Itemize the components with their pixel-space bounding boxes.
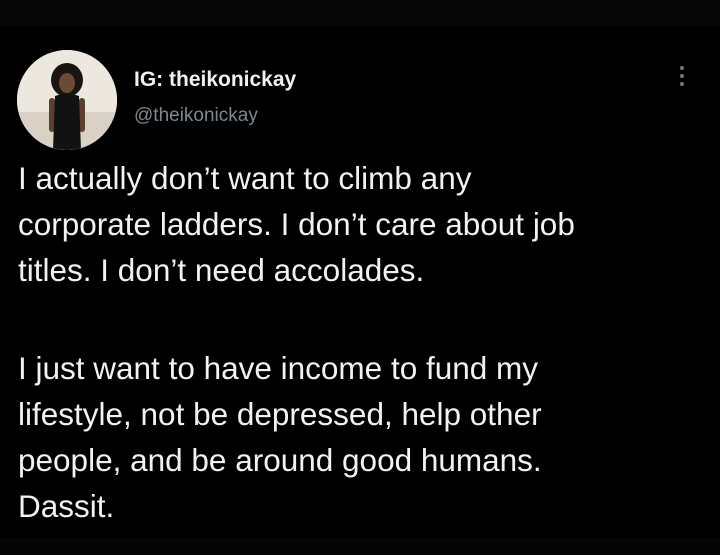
tweet-card: IG: theikonickay @theikonickay I actuall… (0, 0, 720, 555)
more-options-icon[interactable] (675, 64, 689, 94)
user-handle[interactable]: @theikonickay (134, 105, 258, 127)
display-name[interactable]: IG: theikonickay (134, 68, 296, 92)
more-dot (680, 74, 684, 78)
tweet-line: I actually don’t want to climb any (18, 160, 472, 196)
more-dot (680, 66, 684, 70)
tweet-paragraph-1: I actually don’t want to climb any corpo… (18, 155, 708, 293)
tweet-line: people, and be around good humans. (18, 442, 542, 478)
tweet-paragraph-2: I just want to have income to fund my li… (18, 345, 708, 529)
bottom-strip (0, 538, 720, 555)
tweet-line: titles. I don’t need accolades. (18, 252, 425, 288)
avatar-image (17, 50, 117, 150)
top-strip (0, 0, 720, 26)
tweet-line: corporate ladders. I don’t care about jo… (18, 206, 575, 242)
tweet-line: I just want to have income to fund my (18, 350, 539, 386)
more-dot (680, 82, 684, 86)
tweet-line: Dassit. (18, 488, 115, 524)
avatar[interactable] (17, 50, 117, 150)
tweet-line: lifestyle, not be depressed, help other (18, 396, 542, 432)
